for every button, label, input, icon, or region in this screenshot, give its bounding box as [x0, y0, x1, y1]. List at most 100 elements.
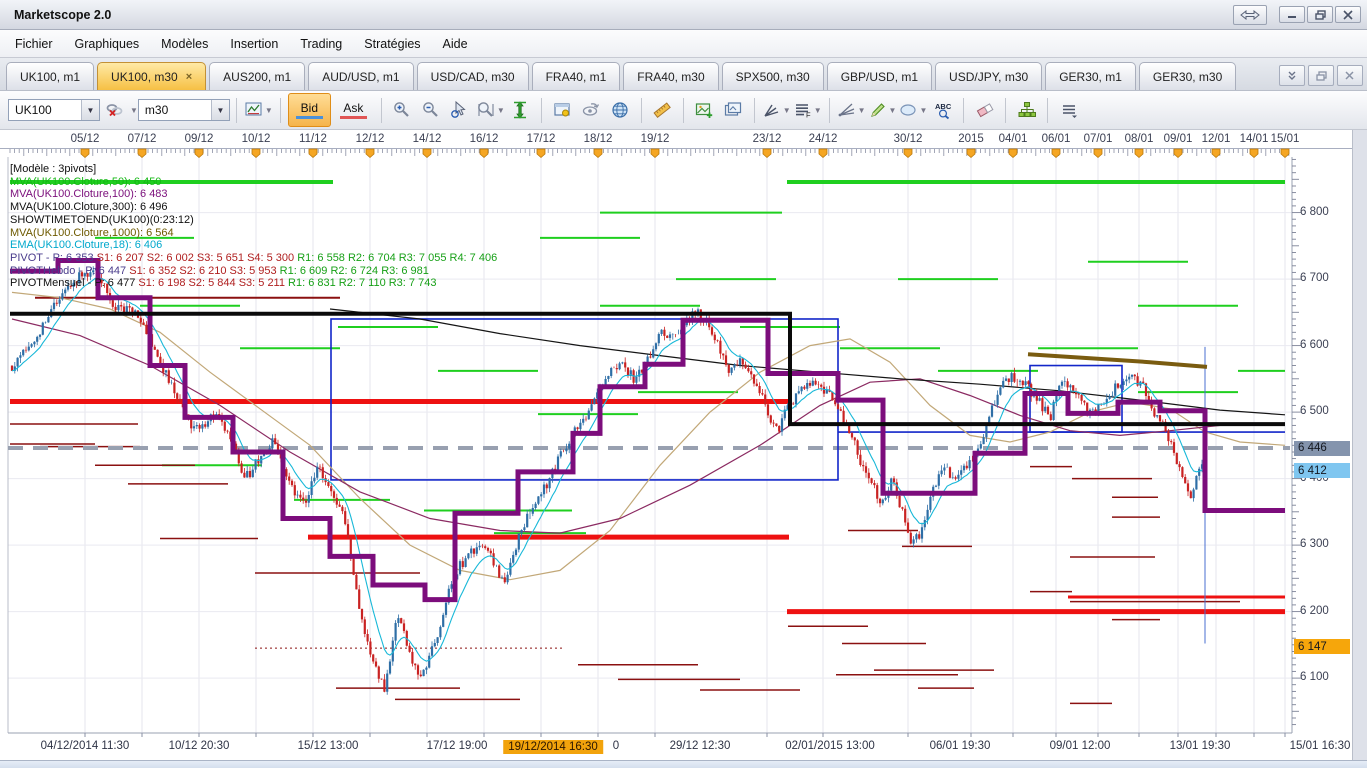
popup-window-icon[interactable]	[549, 97, 576, 124]
chevron-double-down-icon[interactable]	[1279, 65, 1305, 86]
chevron-down-icon[interactable]: ▼	[497, 106, 505, 115]
toolbar-separator	[1005, 97, 1007, 123]
toolbar-separator	[380, 97, 382, 123]
minimize-button[interactable]	[1279, 6, 1305, 23]
tab-label: FRA40, m1	[545, 69, 607, 84]
symbol-select[interactable]: UK100 ▼	[8, 99, 100, 121]
menu-item-stratgies[interactable]: Stratégies	[353, 32, 431, 56]
ellipse-icon[interactable]: ▼	[898, 97, 927, 124]
legend-text: MVA(UK100.Cloture,100): 6 483	[10, 188, 168, 201]
axis-price-label: 6 200	[1300, 604, 1329, 617]
legend-text: MVA(UK100.Cloture,50): 6 450	[10, 175, 162, 188]
close-tab-icon[interactable]: ×	[186, 71, 192, 83]
tab-aus200-m1[interactable]: AUS200, m1	[209, 62, 306, 90]
bid-button[interactable]: Bid	[287, 93, 331, 127]
zoom-interval-icon[interactable]: ▼	[476, 97, 505, 124]
menu-item-fichier[interactable]: Fichier	[4, 32, 64, 56]
chevron-down-icon[interactable]: ▼	[783, 106, 791, 115]
axis-time-label: 13/01 19:30	[1169, 740, 1231, 752]
axis-time-label: 10/12 20:30	[168, 740, 230, 752]
menu-item-graphiques[interactable]: Graphiques	[64, 32, 151, 56]
chart-tabs-bar: UK100, m1 UK100, m30 × AUS200, m1 AUD/USD, m…	[0, 58, 1367, 91]
axis-time-label: 15/01 16:30	[1289, 740, 1351, 752]
tab-usd-cad-m30[interactable]: USD/CAD, m30	[416, 62, 529, 90]
axis-date-label: 06/01	[1041, 133, 1071, 145]
axis-time-label: 0	[612, 740, 620, 752]
link-charts-button[interactable]	[101, 97, 128, 124]
legend-text: MVA(UK100.Cloture,1000): 6 564	[10, 226, 174, 239]
ruler-icon[interactable]	[649, 97, 676, 124]
text-abc-icon[interactable]: ABC	[929, 97, 956, 124]
resize-horizontal-icon[interactable]	[1233, 4, 1267, 25]
menu-item-modles[interactable]: Modèles	[150, 32, 219, 56]
menu-item-aide[interactable]: Aide	[432, 32, 479, 56]
tab-usd-jpy-m30[interactable]: USD/JPY, m30	[935, 62, 1043, 90]
ask-button[interactable]: Ask	[333, 94, 374, 126]
axis-date-label: 12/12	[355, 133, 385, 145]
indicator-fan-icon[interactable]: ▼	[762, 97, 791, 124]
close-chart-button[interactable]	[1337, 65, 1363, 86]
indicator-list-icon[interactable]: F ▼	[793, 97, 822, 124]
selected-time-label[interactable]: 19/12/2014 16:30	[503, 740, 603, 754]
zoom-out-icon[interactable]	[418, 97, 445, 124]
menu-item-insertion[interactable]: Insertion	[219, 32, 289, 56]
eraser-icon[interactable]	[971, 97, 998, 124]
legend-text: PIVOTMensuel - P: 6 477	[10, 277, 136, 290]
chevron-down-icon[interactable]: ▼	[889, 106, 897, 115]
toolbar: UK100 ▼ ▼ m30 ▼ ▼ Bid Ask ▼ ▼ F ▼ ▼ ▼ ▼ ABC	[0, 91, 1367, 130]
chevron-down-icon[interactable]: ▼	[858, 106, 866, 115]
pointer-zoom-icon[interactable]	[447, 97, 474, 124]
axis-date-label: 30/12	[893, 133, 923, 145]
tab-ger30-m1[interactable]: GER30, m1	[1045, 62, 1136, 90]
tab-gbp-usd-m1[interactable]: GBP/USD, m1	[826, 62, 933, 90]
timeframe-select[interactable]: m30 ▼	[137, 99, 230, 121]
timeframe-value: m30	[144, 103, 169, 117]
chevron-down-icon[interactable]: ▼	[919, 106, 927, 115]
globe-icon[interactable]	[607, 97, 634, 124]
hierarchy-icon[interactable]	[1013, 97, 1040, 124]
chevron-down-icon[interactable]: ▼	[210, 100, 229, 120]
fan-lines-icon[interactable]: ▼	[837, 97, 866, 124]
tab-ger30-m30[interactable]: GER30, m30	[1138, 62, 1237, 90]
tab-label: GER30, m1	[1059, 69, 1122, 84]
tab-label: FRA40, m30	[637, 69, 705, 84]
fit-vertical-icon[interactable]	[507, 97, 534, 124]
frame-image-icon[interactable]	[720, 97, 747, 124]
menu-item-trading[interactable]: Trading	[289, 32, 353, 56]
toolbar-separator	[279, 97, 281, 123]
chart-type-icon[interactable]: ▼	[244, 97, 273, 124]
add-image-icon[interactable]	[691, 97, 718, 124]
tab-label: USD/CAD, m30	[430, 69, 515, 84]
chevron-down-icon[interactable]: ▼	[814, 106, 822, 115]
zoom-in-icon[interactable]	[389, 97, 416, 124]
tab-uk100-m1[interactable]: UK100, m1	[6, 62, 95, 90]
tab-fra40-m1[interactable]: FRA40, m1	[531, 62, 621, 90]
pencil-icon[interactable]: ▼	[868, 97, 897, 124]
restore-chart-button[interactable]	[1308, 65, 1334, 86]
tab-aud-usd-m1[interactable]: AUD/USD, m1	[308, 62, 414, 90]
axis-price-label: 6 600	[1300, 338, 1329, 351]
axis-date-label: 14/01	[1239, 133, 1269, 145]
tabs-right-controls	[1276, 65, 1363, 90]
bid-underline	[295, 115, 323, 119]
more-menu-icon[interactable]	[1055, 97, 1082, 124]
legend-text: S1: 6 352 S2: 6 210 S3: 5 953	[126, 264, 277, 277]
menu-bar: Fichier Graphiques Modèles Insertion Trading…	[0, 30, 1367, 58]
chevron-down-icon[interactable]: ▼	[81, 100, 99, 120]
restore-button[interactable]	[1307, 6, 1333, 23]
ask-label: Ask	[343, 100, 364, 115]
axis-date-label: 09/12	[184, 133, 214, 145]
axis-date-label: 04/01	[998, 133, 1028, 145]
close-button[interactable]	[1335, 6, 1361, 23]
chevron-down-icon[interactable]: ▼	[265, 106, 273, 115]
price-badge: 6 147	[1294, 639, 1350, 655]
tab-spx500-m30[interactable]: SPX500, m30	[721, 62, 824, 90]
chevron-down-icon[interactable]: ▼	[130, 106, 138, 115]
tab-fra40-m30[interactable]: FRA40, m30	[623, 62, 719, 90]
eye-refresh-icon[interactable]	[578, 97, 605, 124]
tab-uk100-m30[interactable]: UK100, m30 ×	[97, 62, 207, 90]
axis-date-label: 14/12	[412, 133, 442, 145]
chart-window[interactable]: 05/12 07/12 09/12 10/12 11/12 12/12 14/12 16/12…	[0, 130, 1367, 760]
legend-row: MVA(UK100.Cloture,1000): 6 564	[10, 227, 497, 240]
title-bar: Marketscope 2.0	[0, 0, 1367, 30]
